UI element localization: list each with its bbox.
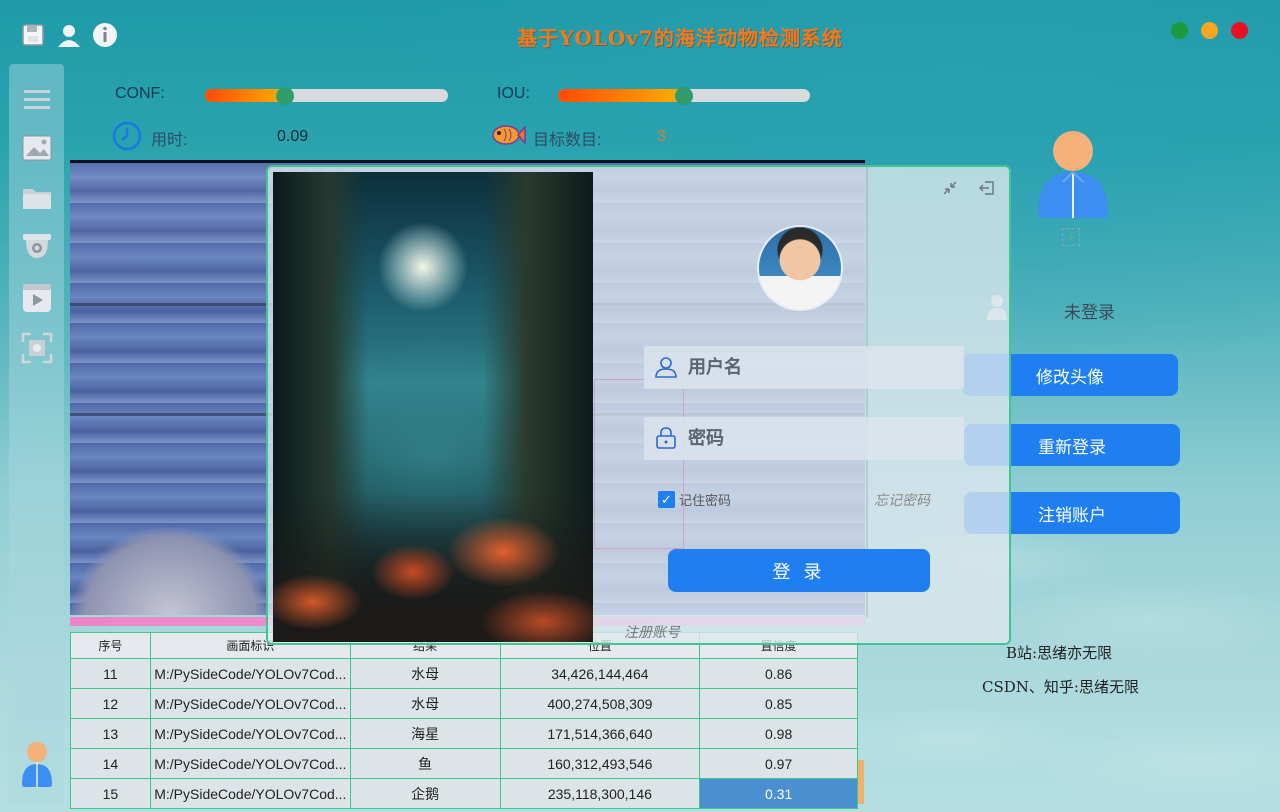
table-row-selected[interactable]: 15 M:/PySideCode/YOLOv7Cod... 企鹅 235,118… [70,778,858,809]
password-field[interactable] [644,417,964,460]
table-scrollbar[interactable] [858,760,864,804]
collapse-icon[interactable] [941,179,959,197]
iou-slider-handle[interactable] [675,87,693,105]
cell-result: 企鹅 [349,778,501,809]
credit-bilibili: B站:思绪亦无限 [1006,644,1113,662]
login-button[interactable]: 登 录 [668,549,930,592]
cell-confidence: 0.85 [699,688,858,719]
cell-result: 水母 [349,658,501,689]
save-icon[interactable] [20,22,46,48]
add-avatar-icon[interactable]: + [1062,228,1080,246]
iou-slider[interactable] [558,87,810,105]
sidebar-avatar-icon[interactable] [21,740,53,788]
background-ghost-box [594,379,684,549]
image-icon[interactable] [21,132,53,164]
close-button[interactable] [1231,22,1248,39]
cell-confidence: 0.97 [699,748,858,779]
camera-icon[interactable] [21,230,53,262]
conf-slider-fill [205,89,286,102]
table-row[interactable]: 12 M:/PySideCode/YOLOv7Cod... 水母 400,274… [70,688,858,719]
results-table: 序号 画面标识 结果 位置 置信度 11 M:/PySideCode/YOLOv… [70,632,858,809]
login-avatar [757,225,843,311]
conf-label: CONF: [115,85,165,102]
col-index-header[interactable]: 序号 [70,632,151,659]
time-value: 0.09 [277,128,309,145]
time-label: 用时: [151,132,188,149]
user-icon[interactable] [56,22,82,48]
cell-position: 171,514,366,640 [499,718,701,749]
cell-position: 160,312,493,546 [499,748,701,779]
cell-position: 34,426,144,464 [499,658,701,689]
fish-icon [490,121,526,149]
iou-slider-fill [558,89,684,102]
conf-slider-handle[interactable] [276,87,295,105]
remember-label: 记住密码 [679,493,732,508]
exit-icon[interactable] [978,179,996,197]
cell-source: M:/PySideCode/YOLOv7Cod... [149,778,351,809]
cell-position: 400,274,508,309 [499,688,701,719]
table-row[interactable]: 11 M:/PySideCode/YOLOv7Cod... 水母 34,426,… [70,658,858,689]
remember-checkbox[interactable]: ✓ [658,491,675,508]
clock-icon [112,121,142,151]
maximize-button[interactable] [1171,22,1188,39]
cell-index: 14 [70,748,151,779]
cell-result: 水母 [349,688,501,719]
left-sidebar [9,64,64,804]
username-input[interactable] [688,346,948,389]
cell-source: M:/PySideCode/YOLOv7Cod... [149,718,351,749]
cell-index: 13 [70,718,151,749]
conf-slider[interactable] [205,87,448,105]
credit-csdn: CSDN、知乎:思绪无限 [982,678,1139,696]
count-value: 3 [657,128,666,145]
forgot-password-link[interactable]: 忘记密码 [874,490,930,510]
remember-password[interactable]: ✓ 记住密码 [658,490,731,509]
app-title: 基于YOLOv7的海洋动物检测系统 [517,26,843,50]
minimize-button[interactable] [1201,22,1218,39]
cell-index: 12 [70,688,151,719]
folder-icon[interactable] [21,182,53,214]
target-icon[interactable] [21,332,53,364]
cell-source: M:/PySideCode/YOLOv7Cod... [149,688,351,719]
login-status: 未登录 [1064,303,1115,323]
login-dialog: ✓ 记住密码 忘记密码 登 录 注册账号 [266,165,1011,645]
cell-result: 鱼 [349,748,501,779]
table-row[interactable]: 13 M:/PySideCode/YOLOv7Cod... 海星 171,514… [70,718,858,749]
username-field[interactable] [644,346,964,389]
login-illustration [273,172,593,642]
password-input[interactable] [688,417,948,460]
cell-position: 235,118,300,146 [499,778,701,809]
cell-confidence: 0.98 [699,718,858,749]
video-icon[interactable] [21,282,53,314]
register-link[interactable]: 注册账号 [624,622,680,642]
cell-source: M:/PySideCode/YOLOv7Cod... [149,748,351,779]
profile-avatar-icon [1035,130,1111,220]
cell-index: 15 [70,778,151,809]
cell-index: 11 [70,658,151,689]
iou-label: IOU: [497,85,530,102]
menu-icon[interactable] [21,84,53,116]
count-label: 目标数目: [533,132,602,149]
cell-confidence: 0.86 [699,658,858,689]
cell-confidence: 0.31 [699,778,858,809]
lock-icon [654,426,678,450]
username-icon [654,355,678,379]
table-row[interactable]: 14 M:/PySideCode/YOLOv7Cod... 鱼 160,312,… [70,748,858,779]
cell-source: M:/PySideCode/YOLOv7Cod... [149,658,351,689]
info-icon[interactable] [92,22,118,48]
cell-result: 海星 [349,718,501,749]
